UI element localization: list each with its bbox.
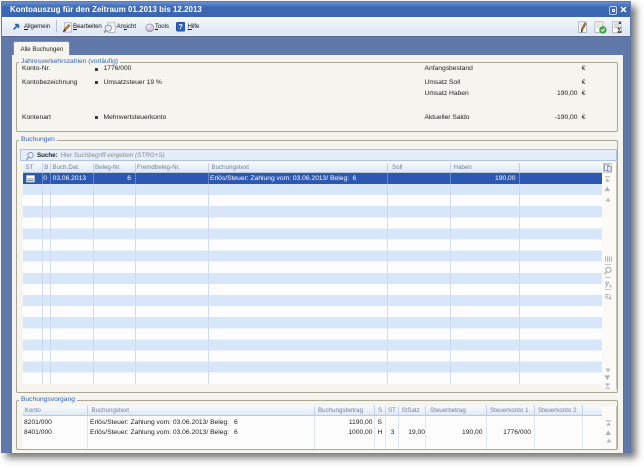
svg-text:?: ? xyxy=(178,22,182,31)
svg-text:Σ: Σ xyxy=(617,26,622,34)
